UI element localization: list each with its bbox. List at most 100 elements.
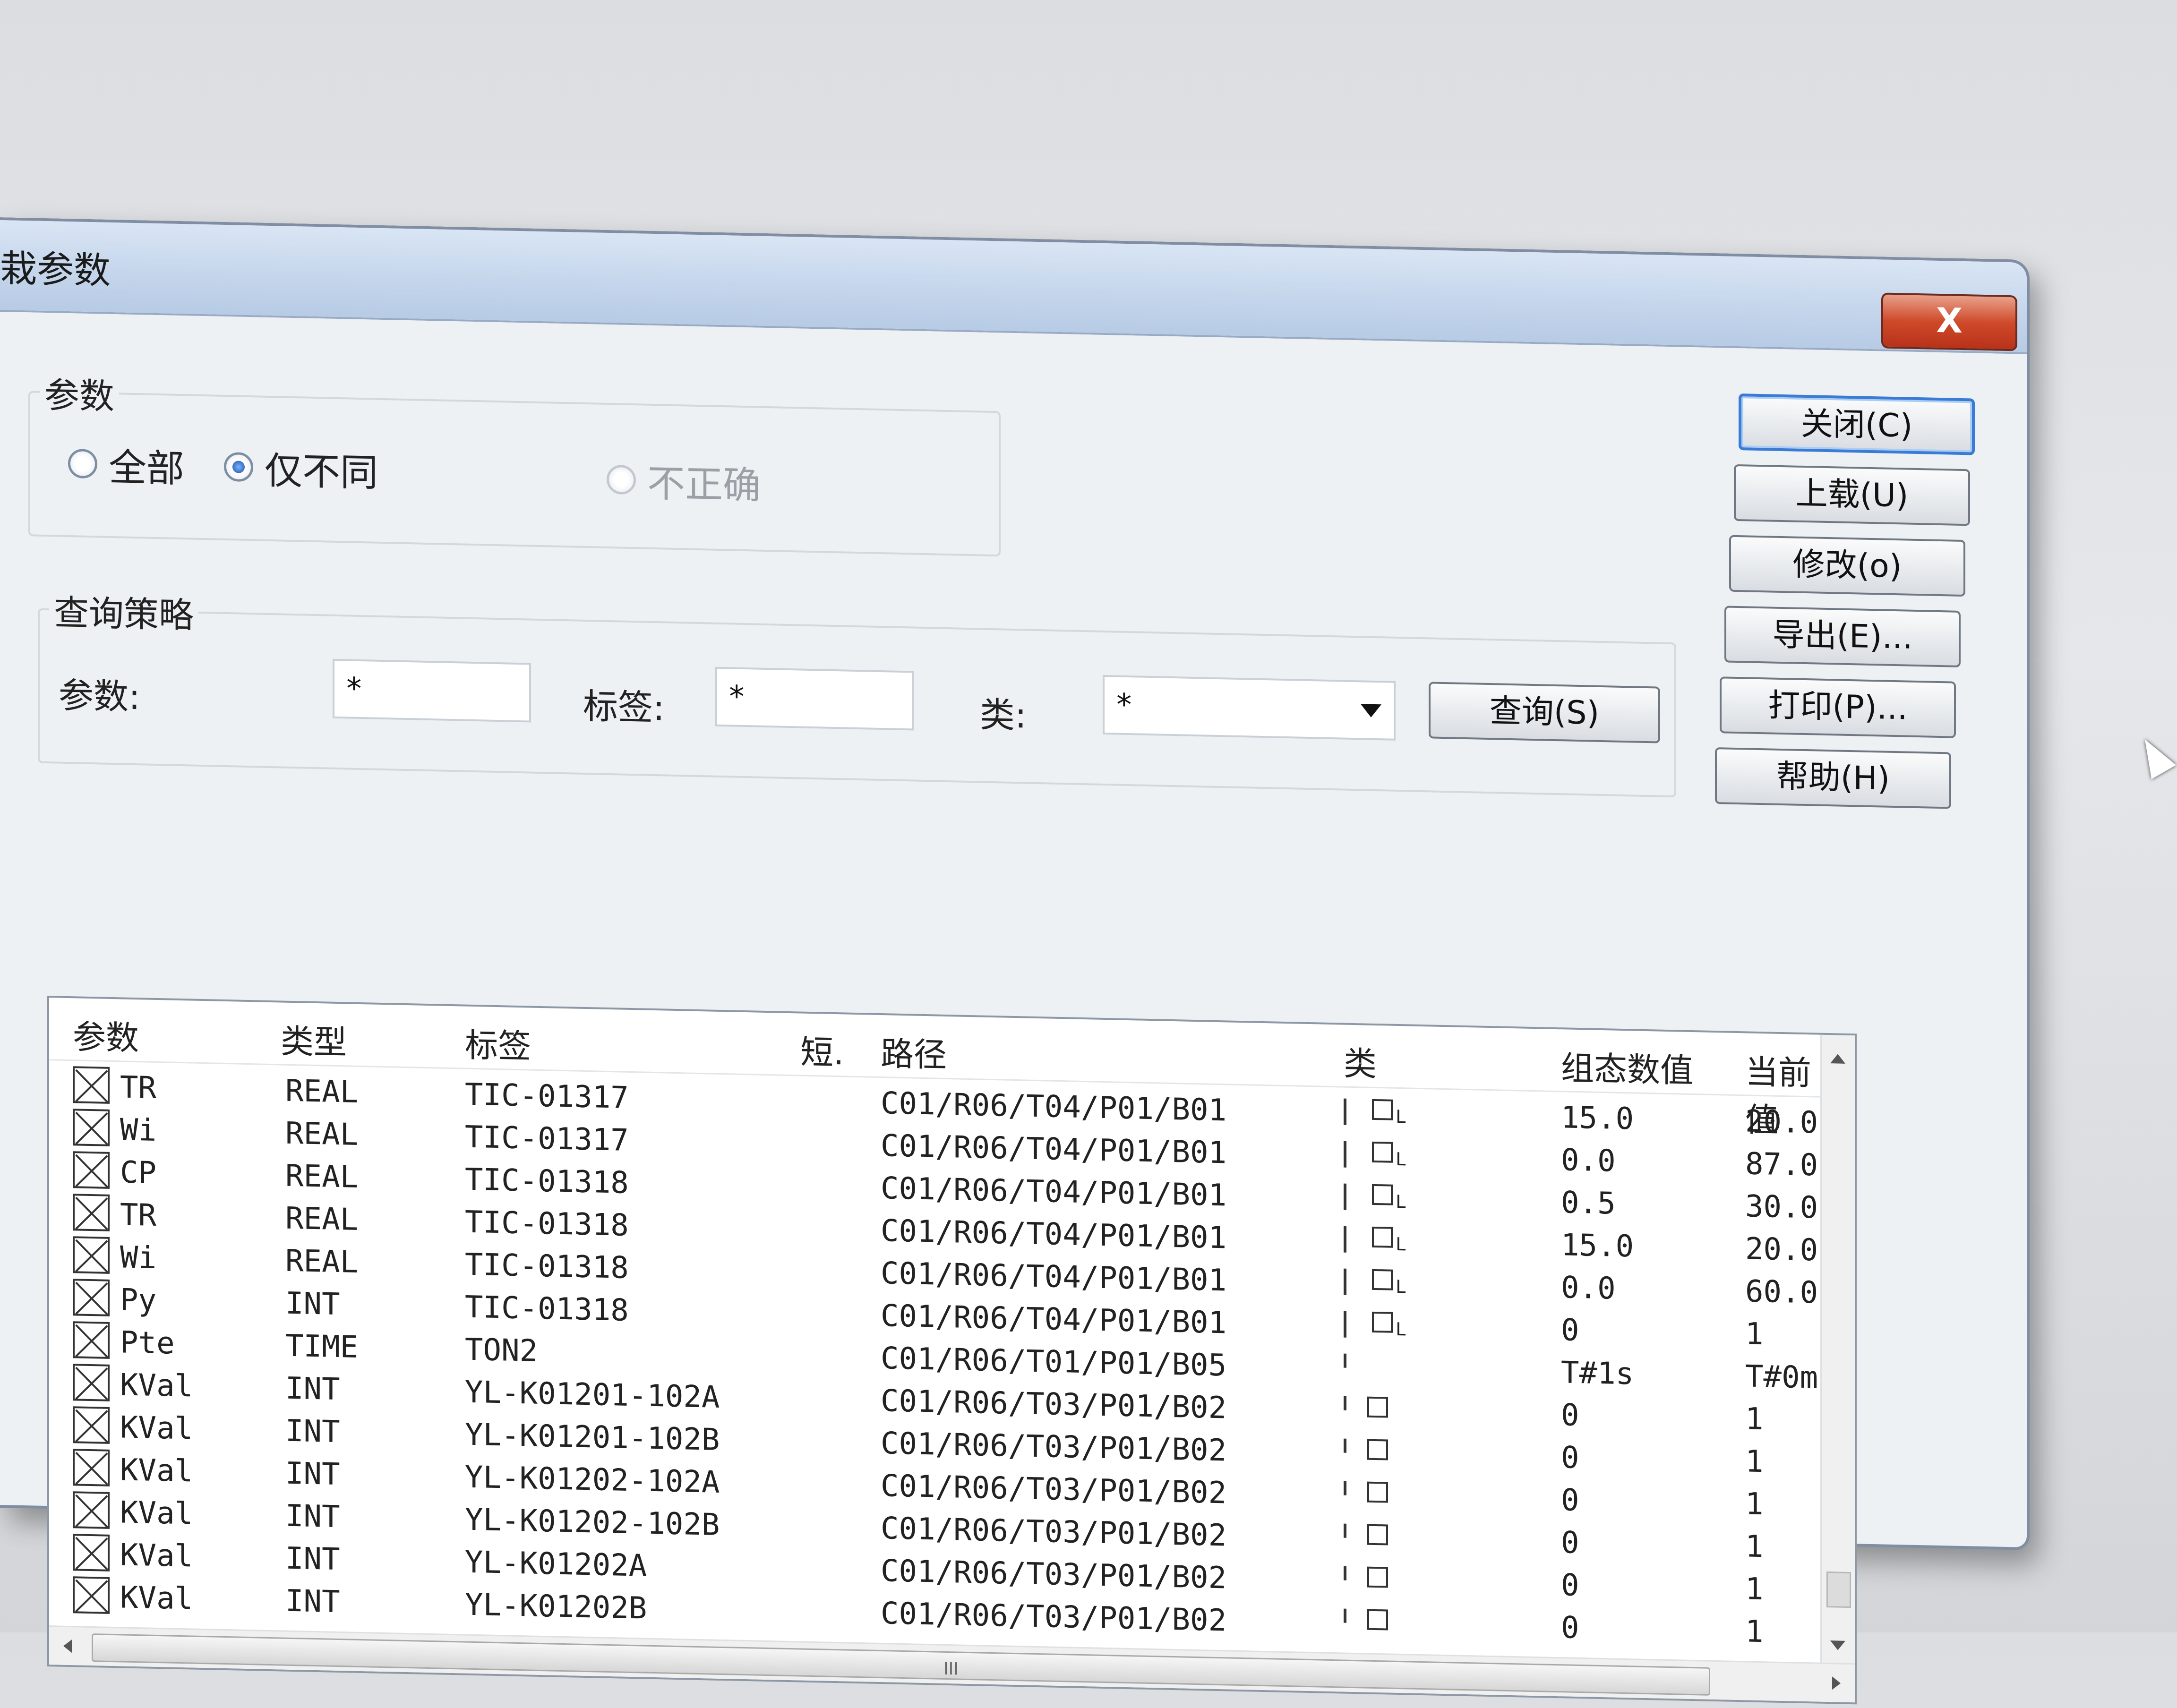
upload-button[interactable]: 上载(U)	[1734, 464, 1970, 526]
row-checkbox[interactable]	[73, 1406, 110, 1444]
cell-param: Wi	[120, 1112, 157, 1148]
cell-tag: TIC-01318	[465, 1162, 629, 1201]
row-checkbox[interactable]	[73, 1279, 110, 1316]
col-class[interactable]: 类	[1344, 1037, 1377, 1085]
parameter-table[interactable]: 参数 类型 标签 短. 路径 类 组态数值 当前值 TR REAL TIC-0131…	[47, 996, 1857, 1705]
scroll-up-icon[interactable]	[1830, 1054, 1845, 1064]
cell-current-value: 1	[1745, 1529, 1764, 1565]
close-window-button[interactable]: X	[1881, 292, 2017, 351]
row-checkbox[interactable]	[73, 1066, 110, 1104]
cell-current-value: 20.0	[1745, 1104, 1818, 1141]
col-path[interactable]: 路径	[881, 1027, 947, 1076]
cell-path: C01/R06/T03/P01/B02	[881, 1554, 1227, 1596]
row-checkbox[interactable]	[73, 1449, 110, 1486]
cell-path: C01/R06/T03/P01/B02	[881, 1383, 1227, 1426]
class-box-icon	[1372, 1311, 1393, 1333]
col-type[interactable]: 类型	[281, 1015, 347, 1064]
cell-config-value: 0	[1561, 1483, 1579, 1519]
scroll-grip: III	[943, 1659, 959, 1679]
cell-config-value: 0	[1561, 1313, 1579, 1349]
radio-only-different-circle[interactable]	[224, 452, 253, 482]
mouse-cursor-icon	[2133, 732, 2176, 779]
radio-incorrect-circle[interactable]	[607, 464, 636, 495]
class-filter-combo[interactable]: *	[1103, 675, 1396, 741]
col-short[interactable]: 短.	[800, 1025, 844, 1074]
cell-tag: TON2	[465, 1332, 538, 1369]
cell-path: C01/R06/T03/P01/B02	[881, 1511, 1227, 1554]
row-checkbox[interactable]	[73, 1364, 110, 1401]
print-button[interactable]: 打印(P)...	[1720, 676, 1956, 738]
col-config-value[interactable]: 组态数值	[1561, 1042, 1693, 1092]
cell-config-value: 0	[1561, 1525, 1579, 1561]
vertical-scroll-thumb[interactable]	[1826, 1571, 1851, 1608]
param-filter-input[interactable]: *	[333, 658, 531, 723]
export-button[interactable]: 导出(E)...	[1724, 606, 1961, 667]
close-button[interactable]: 关闭(C)	[1739, 393, 1975, 455]
cell-current-value: 87.0	[1745, 1146, 1818, 1183]
tag-filter-input[interactable]: *	[715, 666, 914, 731]
cell-param: TR	[120, 1070, 157, 1106]
row-checkbox[interactable]	[73, 1109, 110, 1146]
cell-path: C01/R06/T03/P01/B02	[881, 1426, 1227, 1469]
scroll-down-icon[interactable]	[1830, 1640, 1845, 1650]
parameter-dialog: 栽参数 X 参数 全部 仅不同 不正确 查询策略 参数: * 标签: * 类: …	[0, 217, 2030, 1705]
help-button[interactable]: 帮助(H)	[1715, 747, 1951, 809]
query-strategy-group: 查询策略 参数: * 标签: * 类: * 查询(S)	[38, 584, 1676, 798]
row-checkbox[interactable]	[73, 1151, 110, 1189]
cell-tag: YL-K01202B	[465, 1587, 647, 1626]
window-title: 栽参数	[0, 248, 111, 292]
radio-all-circle[interactable]	[68, 449, 97, 479]
cell-path: C01/R06/T01/P01/B05	[881, 1341, 1227, 1383]
class-corner-icon	[1344, 1523, 1346, 1538]
class-filter-value: *	[1115, 687, 1133, 723]
class-bar-icon	[1344, 1183, 1346, 1210]
row-checkbox[interactable]	[73, 1534, 110, 1571]
cell-type: INT	[285, 1583, 340, 1620]
cell-tag: YL-K01202A	[465, 1545, 647, 1584]
scroll-right-icon[interactable]	[1832, 1676, 1841, 1690]
vertical-scrollbar[interactable]	[1820, 1034, 1855, 1665]
param-group-label: 参数	[40, 367, 119, 419]
class-box-icon	[1367, 1566, 1388, 1588]
cell-tag: TIC-01318	[465, 1204, 629, 1243]
cell-config-value: 0	[1561, 1398, 1579, 1434]
class-box-icon	[1367, 1439, 1388, 1460]
row-checkbox[interactable]	[73, 1236, 110, 1274]
col-param[interactable]: 参数	[73, 1010, 139, 1059]
col-tag[interactable]: 标签	[465, 1019, 531, 1068]
cell-param: KVal	[120, 1367, 193, 1404]
cell-type: REAL	[285, 1116, 359, 1153]
cell-current-value: 20.0	[1745, 1231, 1818, 1268]
scroll-left-icon[interactable]	[63, 1639, 72, 1653]
class-l-icon: L	[1396, 1106, 1406, 1127]
cell-path: C01/R06/T04/P01/B01	[881, 1213, 1227, 1256]
class-corner-icon	[1344, 1353, 1346, 1368]
row-checkbox[interactable]	[73, 1576, 110, 1614]
class-corner-icon	[1344, 1481, 1346, 1495]
row-checkbox[interactable]	[73, 1321, 110, 1359]
cell-type: TIME	[285, 1328, 359, 1365]
cell-type: INT	[285, 1286, 340, 1323]
param-filter-group: 参数 全部 仅不同 不正确	[28, 367, 1001, 557]
cell-type: REAL	[285, 1243, 359, 1280]
cell-param: KVal	[120, 1537, 193, 1574]
radio-only-different[interactable]: 仅不同	[224, 439, 378, 497]
row-checkbox[interactable]	[73, 1491, 110, 1529]
radio-incorrect[interactable]: 不正确	[607, 452, 761, 510]
cell-tag: TIC-01317	[465, 1119, 629, 1158]
cell-path: C01/R06/T04/P01/B01	[881, 1298, 1227, 1341]
modify-button[interactable]: 修改(o)	[1729, 535, 1965, 597]
cell-path: C01/R06/T04/P01/B01	[881, 1171, 1227, 1213]
query-button[interactable]: 查询(S)	[1429, 682, 1660, 743]
cell-tag: TIC-01318	[465, 1247, 629, 1286]
class-box-icon	[1367, 1524, 1388, 1546]
class-bar-icon	[1344, 1141, 1346, 1168]
radio-all[interactable]: 全部	[68, 436, 184, 493]
class-l-icon: L	[1396, 1191, 1406, 1213]
class-corner-icon	[1344, 1396, 1346, 1410]
radio-only-different-label: 仅不同	[265, 448, 378, 495]
chevron-down-icon[interactable]	[1361, 704, 1381, 718]
tag-filter-label: 标签:	[583, 686, 665, 729]
class-box-icon	[1367, 1609, 1388, 1631]
row-checkbox[interactable]	[73, 1194, 110, 1231]
